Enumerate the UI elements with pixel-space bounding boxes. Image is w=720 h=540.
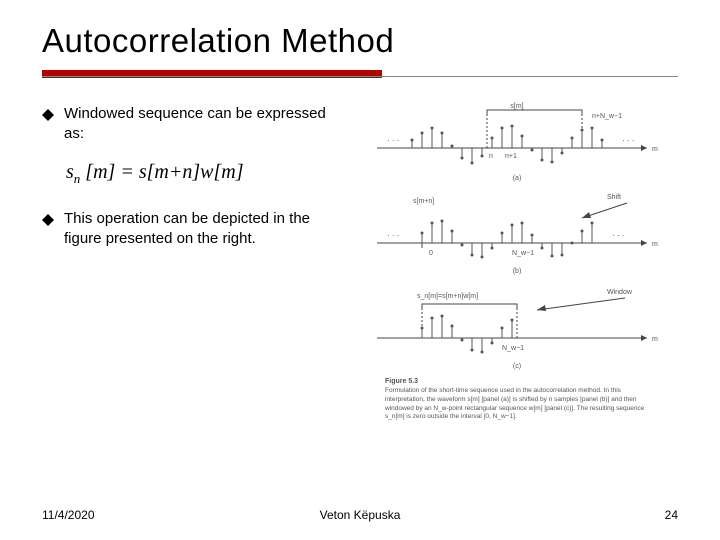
slide-footer: 11/4/2020 Veton Këpuska 24	[42, 508, 678, 522]
svg-text:n+1: n+1	[505, 153, 517, 160]
figure-caption: Figure 5.3 Formulation of the short-time…	[385, 378, 650, 457]
svg-text:n+N_w−1: n+N_w−1	[592, 113, 622, 120]
svg-text:s[m+n]: s[m+n]	[413, 198, 434, 205]
title-underline	[42, 70, 678, 78]
svg-text:N_w−1: N_w−1	[502, 345, 524, 352]
svg-text:m: m	[652, 336, 658, 343]
left-column: Windowed sequence can be expressed as: s…	[42, 98, 342, 463]
panel-b: Shift s[m+n] m · · · · · ·	[377, 194, 658, 275]
panel-a: s[m] m n+N_w−1 · · · · · ·	[377, 103, 658, 182]
svg-text:N_w−1: N_w−1	[512, 250, 534, 257]
svg-text:s_n[m]=s[m+n]w[m]: s_n[m]=s[m+n]w[m]	[417, 293, 478, 300]
slide-title: Autocorrelation Method	[42, 22, 678, 60]
svg-text:(b): (b)	[513, 268, 522, 275]
svg-text:(c): (c)	[513, 363, 521, 370]
svg-text:Window: Window	[607, 289, 633, 296]
footer-date: 11/4/2020	[42, 508, 95, 522]
bullet-text: This operation can be depicted in the fi…	[64, 209, 342, 250]
formula: sn [m] = s[m+n]w[m]	[66, 161, 342, 187]
figure-column: s[m] m n+N_w−1 · · · · · ·	[356, 98, 678, 463]
bullet-text: Windowed sequence can be expressed as:	[64, 104, 342, 145]
footer-author: Veton Këpuska	[320, 508, 401, 522]
diamond-bullet-icon	[42, 213, 54, 231]
bullet-item: This operation can be depicted in the fi…	[42, 209, 342, 250]
svg-text:0: 0	[429, 250, 433, 257]
svg-text:· · ·: · · ·	[387, 136, 399, 145]
svg-text:· · ·: · · ·	[387, 231, 399, 240]
diamond-bullet-icon	[42, 108, 54, 126]
svg-text:s[m]: s[m]	[510, 103, 523, 110]
svg-text:m: m	[652, 241, 658, 248]
figure-svg: s[m] m n+N_w−1 · · · · · ·	[356, 98, 678, 458]
svg-text:(a): (a)	[513, 175, 522, 182]
svg-text:· · ·: · · ·	[612, 231, 624, 240]
svg-text:· · ·: · · ·	[622, 136, 634, 145]
footer-page: 24	[665, 508, 678, 522]
svg-text:Shift: Shift	[607, 194, 621, 201]
svg-text:m: m	[652, 146, 658, 153]
bullet-item: Windowed sequence can be expressed as:	[42, 104, 342, 145]
panel-c: Window s_n[m]=s[m+n]w[m] m	[377, 289, 658, 370]
svg-text:n: n	[489, 153, 493, 160]
svg-text:Figure 5.3: Figure 5.3	[385, 378, 418, 385]
